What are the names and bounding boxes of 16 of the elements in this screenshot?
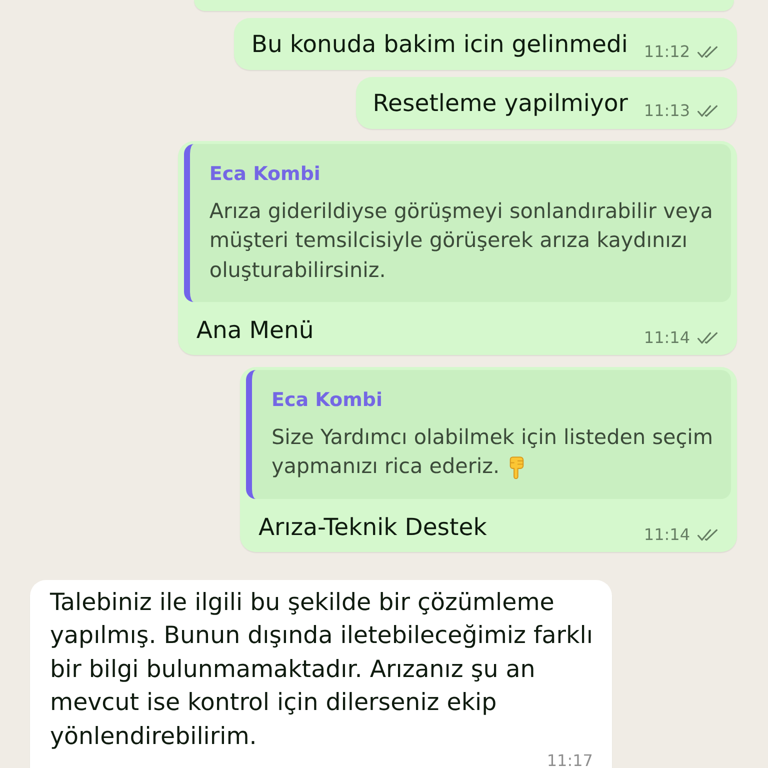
message-text: Bu konuda bakim icin gelinmedi bbox=[251, 29, 628, 59]
message-time: 11:14 bbox=[644, 524, 690, 544]
message-time: 11:14 bbox=[644, 328, 690, 348]
message-time: 11:13 bbox=[644, 101, 690, 121]
quoted-message[interactable]: Eca Kombi Size Yardımcı olabilmek için listeden seçim yapmanızı rica ederiz. bbox=[246, 370, 731, 498]
quoted-author: Eca Kombi bbox=[271, 388, 384, 412]
quoted-message-text: Arıza giderildiyse görüşmeyi sonlandırabilir veya müşteri temsilcisiyle görüşerek arıza kaydınızı oluşturabilirsiniz. bbox=[209, 198, 713, 282]
quoted-author: Eca Kombi bbox=[209, 162, 322, 186]
message-text: Resetleme yapilmiyor bbox=[372, 88, 628, 118]
quoted-message[interactable]: Eca Kombi Arıza giderildiyse görüşmeyi sonlandırabilir veya müşteri temsilcisiyle görüşerek arıza kaydınızı oluşturabilirsiniz. bbox=[184, 144, 731, 302]
message-text: Arıza-Teknik Destek bbox=[258, 512, 487, 542]
message-text: Ana Menü bbox=[196, 315, 314, 345]
quoted-message-text: Size Yardımcı olabilmek için listeden seçim yapmanızı rica ederiz. bbox=[271, 424, 713, 478]
message-time: 11:17 bbox=[546, 753, 593, 768]
message-time: 11:12 bbox=[644, 42, 690, 62]
message-text: Talebiniz ile ilgili bu şekilde bir çözümleme yapılmış. Bunun dışında iletebileceğimiz farklı bir bilgi bulunmamaktadır. Arızanız şu an mevcut ise kontrol için dilerseniz ekip yönlendirebilirim. bbox=[50, 586, 593, 752]
